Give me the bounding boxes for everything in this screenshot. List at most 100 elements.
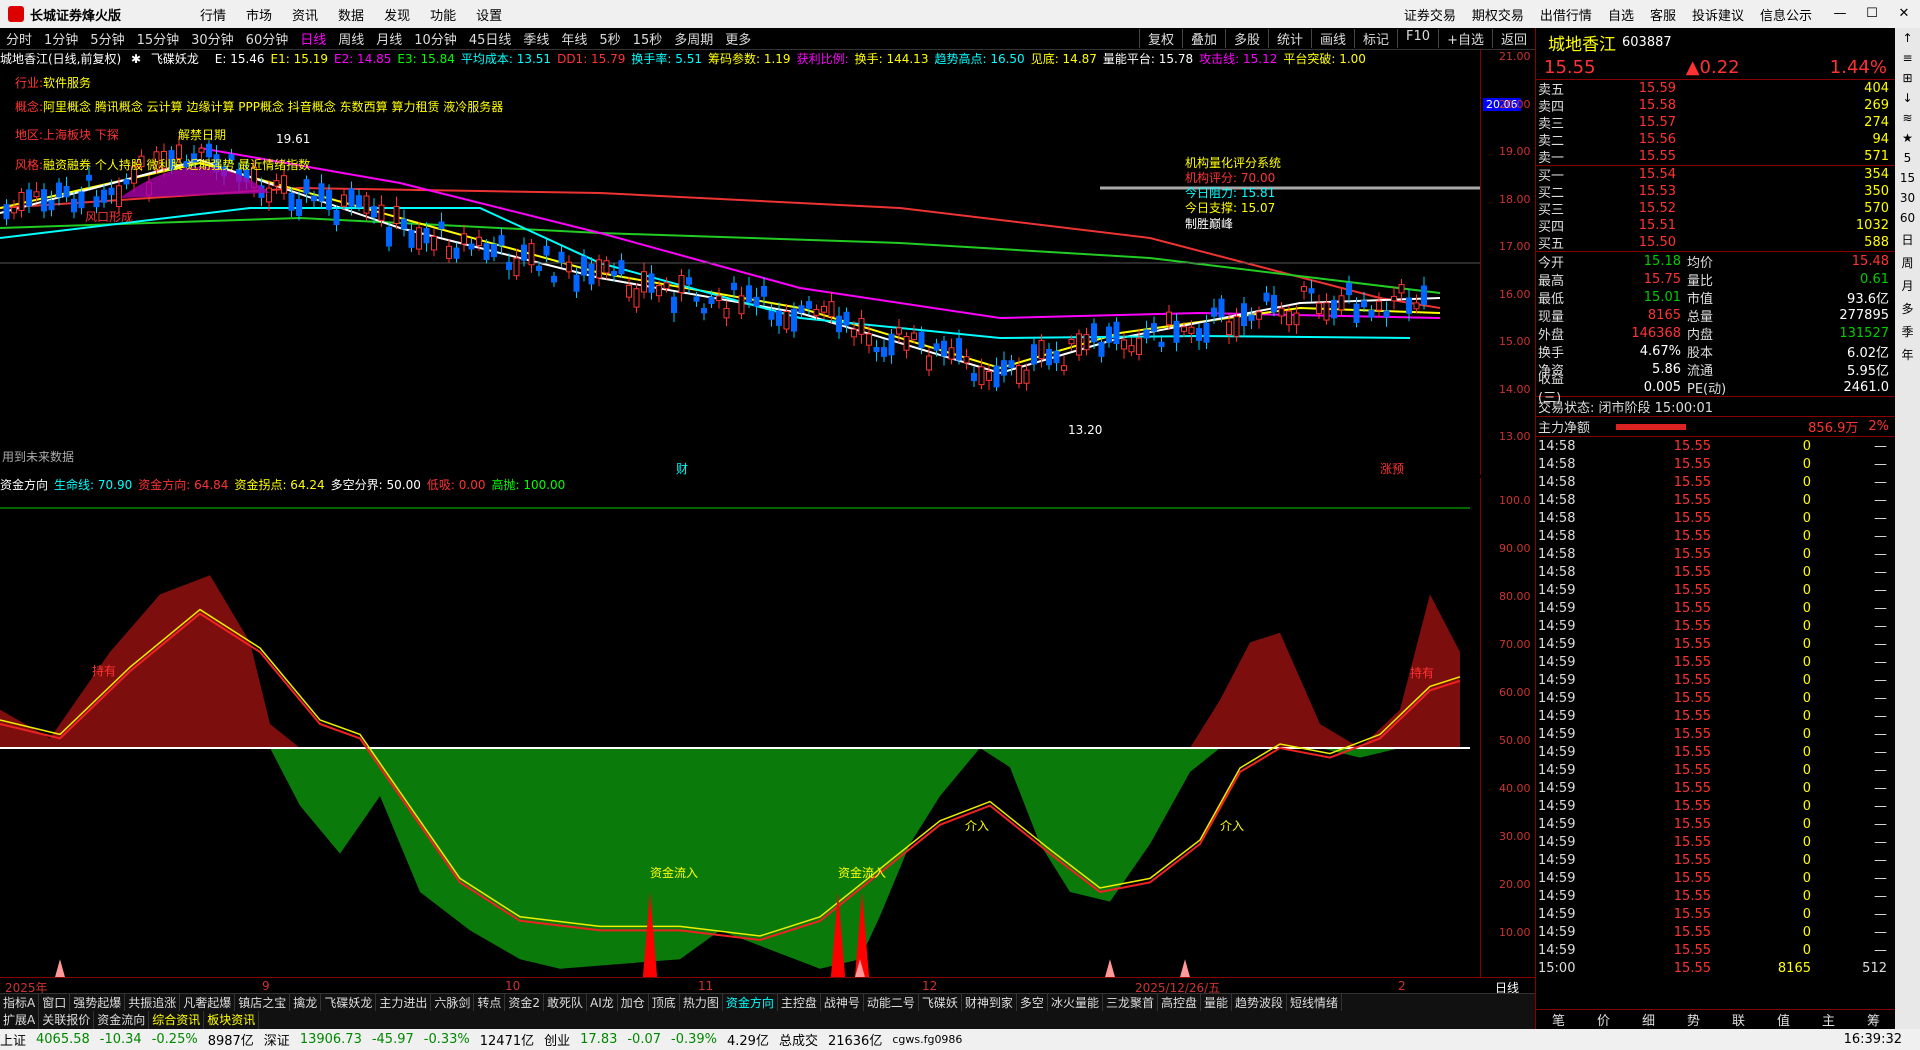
chart-tool-2[interactable]: 多股: [1224, 29, 1268, 48]
indicator-tab-19[interactable]: 战神号: [821, 994, 864, 1011]
tick-list[interactable]: 14:58 15.55 0—14:58 15.55 0—14:58 15.55 0—14:5…: [1536, 437, 1895, 977]
ext-tab-4[interactable]: 板块资讯: [204, 1011, 260, 1029]
maximize-icon[interactable]: ☐: [1856, 0, 1888, 28]
indicator-tab-15[interactable]: 顶底: [649, 994, 680, 1011]
indicator-tab-26[interactable]: 高控盘: [1158, 994, 1201, 1011]
indicator-tab-5[interactable]: 镇店之宝: [235, 994, 291, 1011]
indicator-name[interactable]: ✱ 飞碟妖龙: [131, 52, 205, 66]
sidebar-button-11[interactable]: 周: [1901, 254, 1913, 271]
period-tab-8[interactable]: 月线: [370, 29, 408, 48]
right-menu-item-0[interactable]: 证券交易: [1396, 5, 1464, 24]
chart-tool-7[interactable]: +自选: [1438, 29, 1492, 48]
period-tab-10[interactable]: 45日线: [463, 29, 518, 48]
stock-name[interactable]: 城地香江: [1548, 30, 1616, 55]
indicator-tab-7[interactable]: 飞碟妖龙: [321, 994, 377, 1011]
bid-row[interactable]: 买三 15.52 570: [1536, 200, 1895, 218]
indicator-tab-13[interactable]: AI龙: [587, 994, 618, 1011]
chart-title[interactable]: 城地香江(日线,前复权): [0, 52, 121, 66]
indicator-tab-2[interactable]: 强势起爆: [70, 994, 126, 1011]
chart-tool-1[interactable]: 叠加: [1181, 29, 1225, 48]
menu-item-2[interactable]: 资讯: [282, 5, 328, 24]
right-menu-item-2[interactable]: 出借行情: [1532, 5, 1600, 24]
sidebar-button-5[interactable]: ★: [1902, 131, 1913, 145]
sidebar-button-9[interactable]: 60: [1900, 211, 1915, 225]
indicator-tab-22[interactable]: 财神到家: [962, 994, 1017, 1011]
period-tab-1[interactable]: 1分钟: [38, 29, 84, 48]
ext-tab-0[interactable]: 扩展A: [0, 1011, 40, 1029]
period-tab-3[interactable]: 15分钟: [131, 29, 186, 48]
ext-tab-1[interactable]: 关联报价: [39, 1011, 95, 1029]
menu-item-3[interactable]: 数据: [328, 5, 374, 24]
period-tab-2[interactable]: 5分钟: [84, 29, 130, 48]
period-tab-12[interactable]: 年线: [555, 29, 593, 48]
sidebar-button-2[interactable]: ⊞: [1902, 71, 1912, 85]
chart-tool-3[interactable]: 统计: [1268, 29, 1311, 48]
finance-marker[interactable]: 财: [676, 460, 688, 477]
ext-tab-2[interactable]: 资金流向: [94, 1011, 150, 1029]
indicator-tab-24[interactable]: 冰火量能: [1048, 994, 1103, 1011]
quote-tab-7[interactable]: 筹: [1867, 1010, 1880, 1029]
period-tab-11[interactable]: 季线: [517, 29, 555, 48]
sz-index-label[interactable]: 深证: [264, 1030, 290, 1049]
right-menu-item-4[interactable]: 客服: [1642, 5, 1684, 24]
menu-item-0[interactable]: 行情: [190, 5, 236, 24]
quote-tab-6[interactable]: 主: [1822, 1010, 1835, 1029]
sidebar-button-4[interactable]: ≋: [1902, 111, 1912, 125]
chart-tool-5[interactable]: 标记: [1354, 29, 1397, 48]
ask-row[interactable]: 卖二 15.56 94: [1536, 131, 1895, 149]
bid-row[interactable]: 买四 15.51 1032: [1536, 217, 1895, 235]
quote-tab-0[interactable]: 笔: [1552, 1010, 1565, 1029]
sh-index-label[interactable]: 上证: [0, 1030, 26, 1049]
period-tab-7[interactable]: 周线: [332, 29, 370, 48]
chart-tool-4[interactable]: 画线: [1311, 29, 1354, 48]
ask-row[interactable]: 卖五 15.59 404: [1536, 80, 1895, 98]
limit-up-marker[interactable]: 涨预: [1380, 460, 1404, 477]
quote-tab-3[interactable]: 势: [1687, 1010, 1700, 1029]
indicator-tab-14[interactable]: 加仓: [618, 994, 649, 1011]
period-tab-13[interactable]: 5秒: [593, 29, 626, 48]
period-tab-5[interactable]: 60分钟: [240, 29, 295, 48]
chart-tool-6[interactable]: F10: [1397, 29, 1438, 48]
chart-tool-8[interactable]: 返回: [1491, 29, 1535, 48]
indicator-tab-20[interactable]: 动能二号: [864, 994, 919, 1011]
indicator-tab-8[interactable]: 主力进出: [376, 994, 432, 1011]
period-tab-15[interactable]: 多周期: [668, 29, 719, 48]
indicator-tab-12[interactable]: 敢死队: [544, 994, 588, 1011]
sidebar-button-1[interactable]: ≡: [1902, 51, 1912, 65]
bid-row[interactable]: 买五 15.50 588: [1536, 234, 1895, 252]
indicator-tab-28[interactable]: 趋势波段: [1232, 994, 1288, 1011]
indicator-tab-6[interactable]: 擒龙: [290, 994, 322, 1011]
indicator-tab-11[interactable]: 资金2: [505, 994, 545, 1011]
indicator-tab-27[interactable]: 量能: [1201, 994, 1232, 1011]
right-menu-item-5[interactable]: 投诉建议: [1684, 5, 1752, 24]
sidebar-button-6[interactable]: 5: [1904, 151, 1912, 165]
quote-tab-2[interactable]: 细: [1642, 1010, 1655, 1029]
indicator-tab-10[interactable]: 转点: [474, 994, 506, 1011]
indicator-tab-9[interactable]: 六脉剑: [431, 994, 475, 1011]
sidebar-button-8[interactable]: 30: [1900, 191, 1915, 205]
indicator-tab-23[interactable]: 多空: [1017, 994, 1048, 1011]
fund-direction-chart[interactable]: 持有 持有 资金流入 资金流入 介入 介入: [0, 492, 1480, 988]
sidebar-button-7[interactable]: 15: [1900, 171, 1915, 185]
right-menu-item-1[interactable]: 期权交易: [1464, 5, 1532, 24]
sidebar-button-15[interactable]: 年: [1901, 346, 1913, 363]
period-tab-14[interactable]: 15秒: [627, 29, 669, 48]
bid-row[interactable]: 买二 15.53 350: [1536, 183, 1895, 201]
quote-tab-1[interactable]: 价: [1597, 1010, 1610, 1029]
ask-row[interactable]: 卖四 15.58 269: [1536, 97, 1895, 115]
period-tab-9[interactable]: 10分钟: [408, 29, 463, 48]
indicator-tab-1[interactable]: 窗口: [39, 994, 71, 1011]
sidebar-button-10[interactable]: 日: [1901, 231, 1913, 248]
bid-row[interactable]: 买一 15.54 354: [1536, 166, 1895, 184]
indicator-tab-18[interactable]: 主控盘: [778, 994, 821, 1011]
sidebar-button-0[interactable]: ↑: [1902, 31, 1912, 45]
ext-tab-3[interactable]: 综合资讯: [149, 1011, 205, 1029]
close-icon[interactable]: ✕: [1888, 0, 1920, 28]
quote-tab-4[interactable]: 联: [1732, 1010, 1745, 1029]
sidebar-button-3[interactable]: ↓: [1902, 91, 1912, 105]
period-tab-4[interactable]: 30分钟: [185, 29, 240, 48]
indicator-tab-0[interactable]: 指标A: [0, 994, 40, 1011]
right-menu-item-6[interactable]: 信息公示: [1752, 5, 1820, 24]
menu-item-4[interactable]: 发现: [374, 5, 420, 24]
sidebar-button-14[interactable]: 季: [1901, 323, 1913, 340]
